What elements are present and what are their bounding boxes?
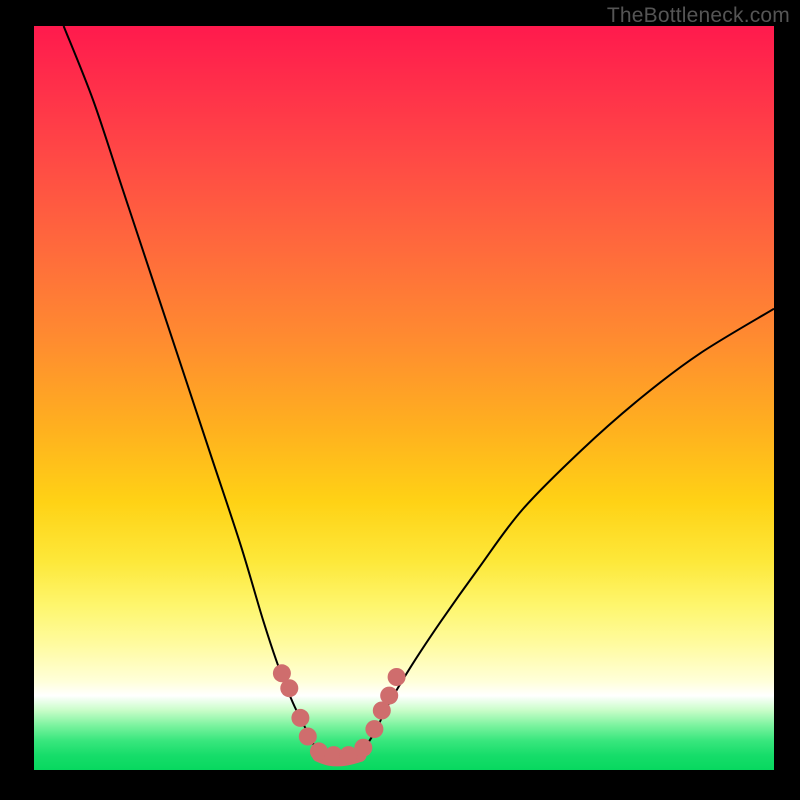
- marker-layer: [273, 664, 406, 764]
- marker-dot: [291, 709, 309, 727]
- marker-dot: [388, 668, 406, 686]
- chart-svg: [34, 26, 774, 770]
- plot-area: [34, 26, 774, 770]
- marker-dot: [365, 720, 383, 738]
- marker-dot: [354, 739, 372, 757]
- curve-layer: [64, 26, 774, 759]
- left-curve: [64, 26, 319, 755]
- marker-dot: [299, 728, 317, 746]
- marker-dot: [280, 679, 298, 697]
- right-curve: [360, 309, 774, 755]
- watermark-text: TheBottleneck.com: [607, 4, 790, 28]
- marker-dot: [380, 687, 398, 705]
- chart-frame: TheBottleneck.com: [0, 0, 800, 800]
